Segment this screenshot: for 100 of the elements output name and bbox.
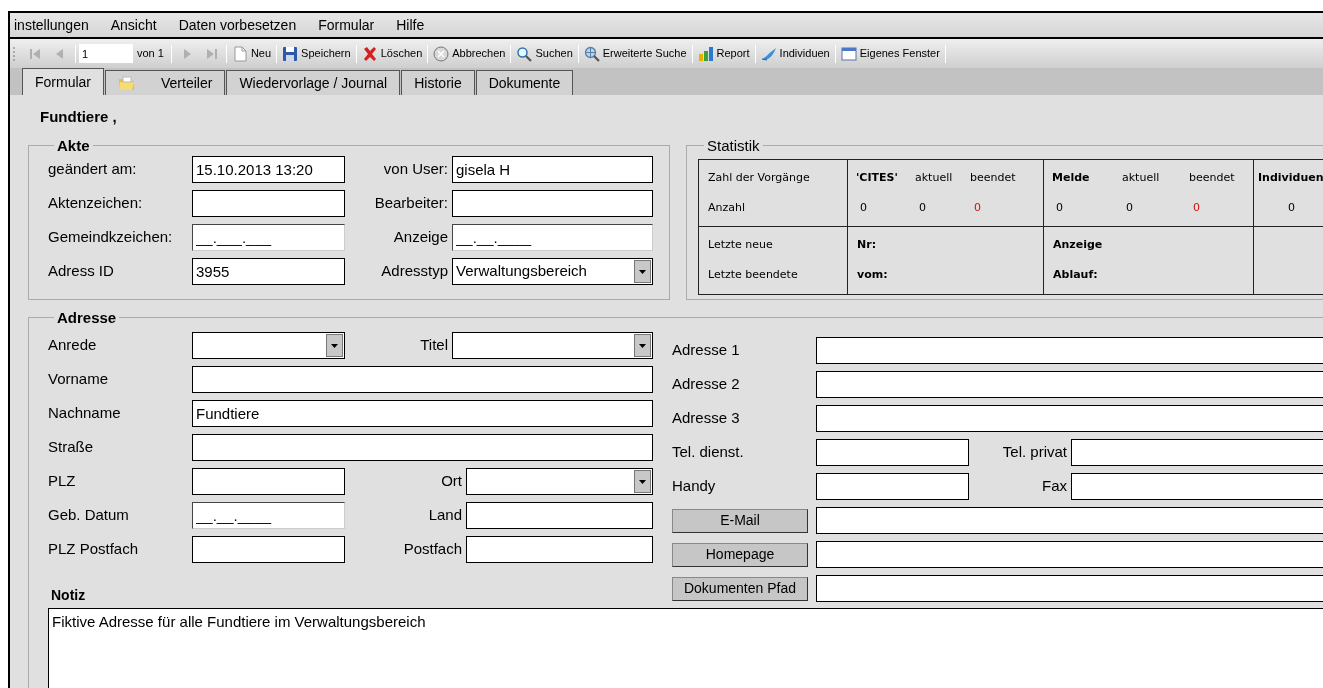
dropdown-field[interactable]: Verwaltungsbereich [452,258,653,285]
input-field[interactable] [816,473,969,500]
masked-input-field[interactable]: __.__.____ [452,224,653,251]
action-button[interactable]: Homepage [672,542,808,567]
stat-heading: 'CITES' [856,170,899,186]
input-field[interactable] [816,507,1323,534]
window-icon [840,45,857,62]
input-field[interactable] [192,468,345,495]
input-field[interactable] [816,371,1323,398]
tab[interactable]: Dokumente [475,70,574,95]
stat-heading: aktuell [915,170,954,186]
field-label: Nachname [48,403,122,424]
search-icon [516,45,533,62]
dropdown-field[interactable] [452,332,653,359]
action-button[interactable]: Dokumenten Pfad [672,576,808,601]
toolbar-button[interactable]: Speichern [280,45,353,62]
input-field[interactable] [466,536,653,563]
stat-heading: aktuell [1122,170,1161,186]
group-title: Akte [56,138,91,153]
input-field[interactable] [192,366,653,393]
toolbar-button[interactable]: Suchen [514,45,575,62]
field-label: Postfach [402,539,463,560]
tab[interactable]: Formular [22,68,104,95]
stat-heading: Melde [1052,170,1091,186]
dropdown-field[interactable] [466,468,653,495]
menu-item[interactable]: Formular [307,13,386,37]
field-label: Gemeindkzeichen: [48,227,174,248]
menu-item[interactable]: instellungen [14,13,100,37]
menu-item[interactable]: Hilfe [385,13,436,37]
toolbar-button[interactable]: Neu [229,45,274,62]
field-label: Adress ID [48,261,115,282]
dropdown-field[interactable] [192,332,345,359]
input-field[interactable]: 15.10.2013 13:20 [192,156,345,183]
notes-field[interactable]: Fiktive Adresse für alle Fundtiere im Verwaltungsbereich [48,608,1323,688]
field-label: Bearbeiter: [373,193,449,214]
input-field[interactable] [192,434,653,461]
input-field[interactable] [816,439,969,466]
input-field[interactable] [452,190,653,217]
field-label: PLZ Postfach [48,539,140,560]
wing-icon [760,45,777,62]
caret-icon [638,342,647,349]
input-field[interactable] [192,190,345,217]
dropdown-button[interactable] [326,334,343,357]
delete-icon [361,45,378,62]
input-field[interactable] [816,337,1323,364]
stat-label: Zahl der Vorgänge [708,170,811,186]
caret-icon [330,342,339,349]
dropdown-button[interactable] [634,470,651,493]
record-count: von 1 [137,46,164,62]
toolbar-button[interactable]: Löschen [359,45,425,62]
grip-icon[interactable] [12,44,16,63]
tab[interactable]: Wiedervorlage / Journal [226,70,401,95]
stat-count: 0 [1288,199,1295,216]
input-field[interactable] [192,536,345,563]
save-icon [282,45,299,62]
input-field[interactable] [816,541,1323,568]
field-label: Ort [440,471,463,492]
tab[interactable]: Verteiler [105,70,226,95]
input-field[interactable]: Fundtiere [192,400,653,427]
tab[interactable]: Historie [401,70,475,95]
toolbar-button[interactable]: Report [695,45,752,62]
field-label: Aktenzeichen: [48,193,144,214]
field-label: Adresstyp [380,261,449,282]
stat-heading: beendet [970,170,1017,186]
dropdown-button[interactable] [634,334,651,357]
notes-label: Notiz [50,586,87,605]
masked-input-field[interactable]: __.__.____ [192,502,345,529]
menu-item[interactable]: Ansicht [99,13,168,37]
field-label: Fax [1041,476,1068,497]
cancel-icon [433,45,450,62]
action-button[interactable]: E-Mail [672,508,808,533]
toolbar-button[interactable]: Erweiterte Suche [581,45,689,62]
caret-icon [638,268,647,275]
toolbar-button[interactable]: Individuen [758,45,832,62]
field-label: Anzeige [392,227,449,248]
stat-count: 0 [919,199,926,216]
field-label: Vorname [48,369,110,390]
stat-count: 0 [860,199,867,216]
menu-item[interactable]: Daten vorbesetzen [167,13,308,37]
input-field[interactable]: gisela H [452,156,653,183]
toolbar-button[interactable]: Abbrechen [431,45,508,62]
stat-heading: Individuen [1258,170,1323,186]
dropdown-button[interactable] [634,260,651,283]
input-field[interactable] [816,405,1323,432]
field-label: Titel [419,335,449,356]
input-field[interactable] [466,502,653,529]
stat-count: 0 [1126,199,1133,216]
record-number-field[interactable]: 1 [79,44,133,63]
input-field[interactable] [816,575,1323,602]
stat-count: 0 [974,199,981,216]
masked-input-field[interactable]: __.___.___ [192,224,345,251]
stat-heading: Nr: [857,237,878,253]
stat-heading: Anzeige [1053,237,1104,253]
field-label: von User: [382,159,449,180]
field-label: Tel. dienst. [672,442,745,463]
stat-heading: Ablauf: [1053,266,1099,283]
input-field[interactable]: 3955 [192,258,345,285]
toolbar-button[interactable]: Eigenes Fenster [838,45,942,62]
field-label: Handy [672,476,717,497]
stat-count: 0 [1193,199,1200,216]
